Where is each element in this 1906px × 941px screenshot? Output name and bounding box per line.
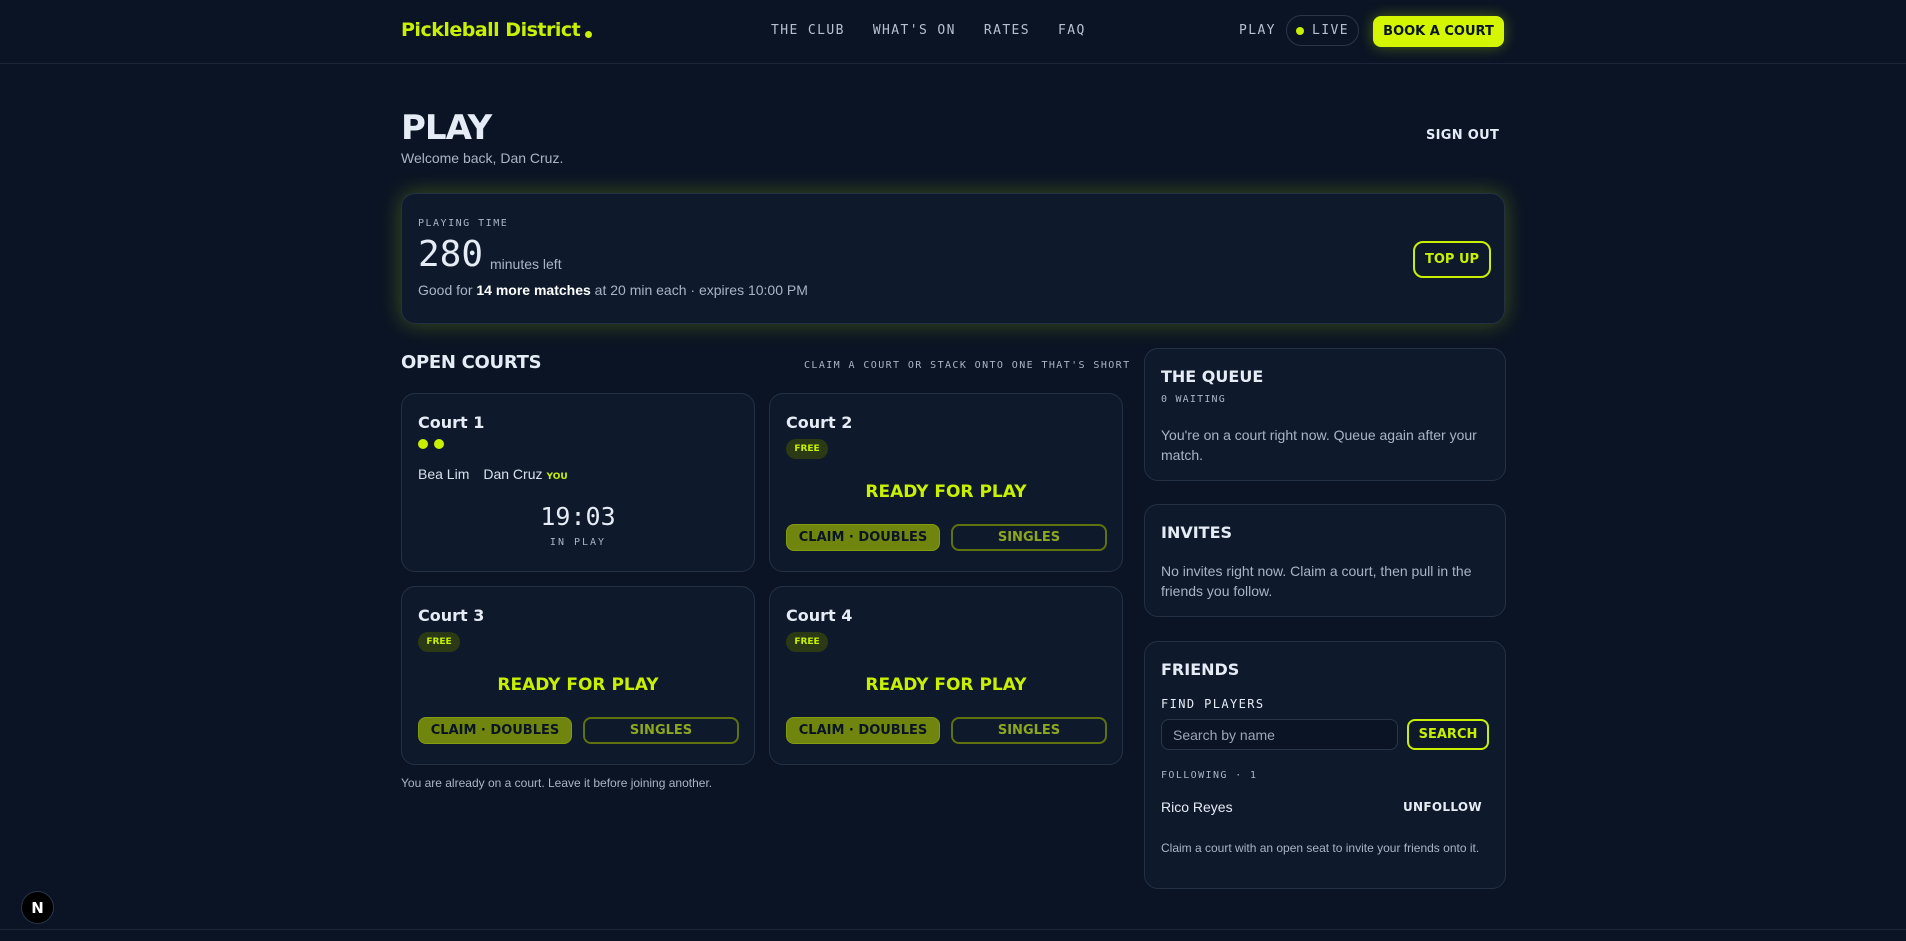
friends-panel: FRIENDS FIND PLAYERS SEARCH FOLLOWING · … [1144,641,1506,889]
playing-time-label: PLAYING TIME [418,218,509,229]
seat-filled-icon [418,439,428,449]
live-label: LIVE [1312,23,1349,38]
book-court-button[interactable]: BOOK A COURT [1373,16,1504,47]
invites-panel: INVITES No invites right now. Claim a co… [1144,504,1506,617]
nav-whats-on[interactable]: WHAT'S ON [873,23,956,38]
friends-invite-note: Claim a court with an open seat to invit… [1161,841,1480,855]
claim-doubles-button[interactable]: CLAIM · DOUBLES [786,717,940,744]
sign-out-button[interactable]: SIGN OUT [1426,128,1499,143]
unfollow-button[interactable]: UNFOLLOW [1403,800,1482,814]
open-courts-hint: CLAIM A COURT OR STACK ONTO ONE THAT'S S… [804,360,1131,371]
nav-rates[interactable]: RATES [984,23,1030,38]
you-tag: YOU [546,472,568,482]
bottom-divider [0,929,1906,930]
live-dot-icon [1296,26,1305,35]
singles-button[interactable]: SINGLES [951,524,1107,551]
court-card-4: Court 4 FREE READY FOR PLAY CLAIM · DOUB… [769,586,1123,765]
singles-button[interactable]: SINGLES [583,717,739,744]
nav-faq[interactable]: FAQ [1058,23,1086,38]
queue-title: THE QUEUE [1161,367,1264,386]
live-indicator[interactable]: LIVE [1286,15,1359,46]
minutes-unit: minutes left [490,256,562,272]
court-status: READY FOR PLAY [865,675,1027,695]
queue-waiting-count: 0 WAITING [1161,394,1226,405]
minutes-remaining: 280 [418,234,484,275]
playing-time-details: Good for 14 more matches at 20 min each … [418,282,808,298]
page-title: PLAY [401,108,492,148]
player-name: Bea Lim [418,466,470,482]
queue-message: You're on a court right now. Queue again… [1161,427,1477,463]
court-card-3: Court 3 FREE READY FOR PLAY CLAIM · DOUB… [401,586,755,765]
invites-title: INVITES [1161,523,1233,542]
top-navigation: Pickleball District THE CLUB WHAT'S ON R… [0,0,1906,64]
seat-filled-icon [434,439,444,449]
court-name: Court 4 [786,606,853,625]
search-button[interactable]: SEARCH [1407,719,1489,750]
court-name: Court 3 [418,606,485,625]
court-timer: 19:03 [540,502,616,531]
dev-tools-badge[interactable]: N [21,891,54,924]
court-card-1: Court 1 Bea Lim Dan Cruz YOU 19:03 IN PLA… [401,393,755,572]
logo[interactable]: Pickleball District [401,19,593,41]
matches-remaining: 14 more matches [476,282,591,298]
friend-name: Rico Reyes [1161,799,1233,815]
nav-play[interactable]: PLAY [1239,23,1276,38]
details-prefix: Good for [418,282,473,298]
main-nav: THE CLUB WHAT'S ON RATES FAQ [771,23,1086,38]
logo-text: Pickleball District [401,19,581,41]
claim-doubles-button[interactable]: CLAIM · DOUBLES [418,717,572,744]
court-state: IN PLAY [549,537,607,548]
court-card-2: Court 2 FREE READY FOR PLAY CLAIM · DOUB… [769,393,1123,572]
playing-time-card: PLAYING TIME 280 minutes left Good for 1… [401,193,1505,324]
top-up-button[interactable]: TOP UP [1413,241,1491,278]
friends-title: FRIENDS [1161,660,1240,679]
welcome-message: Welcome back, Dan Cruz. [401,150,564,166]
find-players-label: FIND PLAYERS [1161,697,1265,711]
free-badge: FREE [786,439,828,459]
claim-doubles-button[interactable]: CLAIM · DOUBLES [786,524,940,551]
free-badge: FREE [418,632,460,652]
court-status: READY FOR PLAY [497,675,659,695]
nav-the-club[interactable]: THE CLUB [771,23,845,38]
court-players: Bea Lim Dan Cruz YOU [418,466,568,482]
details-suffix: at 20 min each · expires 10:00 PM [594,282,808,298]
open-courts-title: OPEN COURTS [401,352,542,373]
following-count: FOLLOWING · 1 [1161,770,1258,781]
already-on-court-note: You are already on a court. Leave it bef… [401,776,713,790]
player-search-input[interactable] [1161,719,1398,750]
queue-panel: THE QUEUE 0 WAITING You're on a court ri… [1144,348,1506,481]
free-badge: FREE [786,632,828,652]
occupied-seats [418,439,444,449]
court-name: Court 1 [418,413,485,432]
player-name-self: Dan Cruz YOU [483,466,567,482]
court-name: Court 2 [786,413,853,432]
logo-dot-icon [585,30,593,38]
invites-message: No invites right now. Claim a court, the… [1161,563,1472,599]
court-status: READY FOR PLAY [865,482,1027,502]
singles-button[interactable]: SINGLES [951,717,1107,744]
player-name: Dan Cruz [483,466,543,482]
